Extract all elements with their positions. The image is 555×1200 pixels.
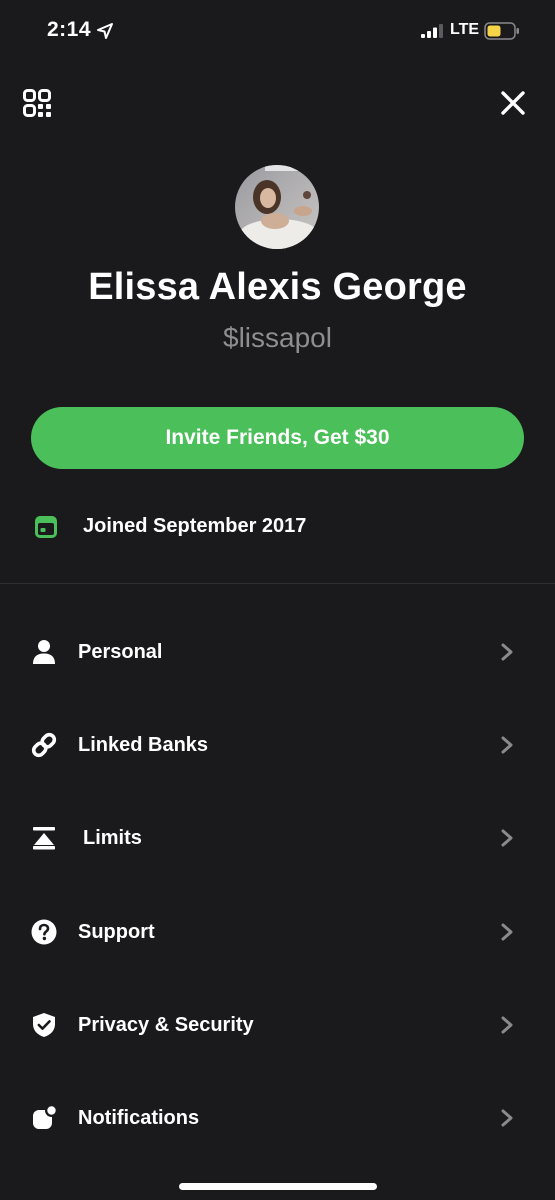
menu-item-support[interactable]: Support bbox=[0, 897, 555, 967]
chevron-right-icon bbox=[501, 736, 513, 754]
invite-friends-button[interactable]: Invite Friends, Get $30 bbox=[31, 407, 524, 469]
menu-item-personal[interactable]: Personal bbox=[0, 617, 555, 687]
menu-label: Limits bbox=[83, 827, 142, 849]
shield-icon bbox=[33, 1013, 55, 1037]
limits-icon bbox=[33, 827, 55, 850]
profile-screen: 2:14 LTE Elissa Alexis George $lissapol … bbox=[0, 0, 555, 1200]
menu-label: Privacy & Security bbox=[78, 1014, 254, 1036]
menu-label: Notifications bbox=[78, 1107, 200, 1129]
home-indicator[interactable] bbox=[179, 1183, 377, 1190]
menu-label: Linked Banks bbox=[78, 734, 209, 756]
joined-date: Joined September 2017 bbox=[83, 515, 307, 537]
chevron-right-icon bbox=[501, 1109, 513, 1127]
menu-item-notifications[interactable]: Notifications bbox=[0, 1083, 555, 1153]
divider bbox=[0, 583, 555, 584]
calendar-icon bbox=[35, 516, 57, 538]
link-icon bbox=[31, 732, 57, 758]
status-time: 2:14 bbox=[47, 18, 92, 41]
menu-label: Support bbox=[78, 921, 155, 943]
menu-item-privacy-security[interactable]: Privacy & Security bbox=[0, 990, 555, 1060]
menu-label: Personal bbox=[78, 641, 163, 663]
battery-icon bbox=[484, 22, 519, 40]
location-arrow-icon bbox=[97, 23, 113, 39]
profile-name: Elissa Alexis George bbox=[88, 266, 467, 308]
chevron-right-icon bbox=[501, 829, 513, 847]
network-label: LTE bbox=[450, 21, 480, 38]
avatar[interactable] bbox=[235, 165, 319, 249]
menu-item-linked-banks[interactable]: Linked Banks bbox=[0, 710, 555, 780]
menu-item-limits[interactable]: Limits bbox=[0, 803, 555, 873]
profile-cashtag: $lissapol bbox=[223, 322, 332, 353]
notification-icon bbox=[33, 1105, 57, 1129]
question-icon bbox=[31, 919, 57, 945]
chevron-right-icon bbox=[501, 1016, 513, 1034]
signal-icon bbox=[421, 24, 443, 38]
qr-code-icon[interactable] bbox=[22, 88, 52, 118]
chevron-right-icon bbox=[501, 643, 513, 661]
close-icon[interactable] bbox=[498, 88, 528, 118]
person-icon bbox=[33, 640, 55, 664]
status-bar: 2:14 LTE bbox=[0, 0, 555, 64]
chevron-right-icon bbox=[501, 923, 513, 941]
